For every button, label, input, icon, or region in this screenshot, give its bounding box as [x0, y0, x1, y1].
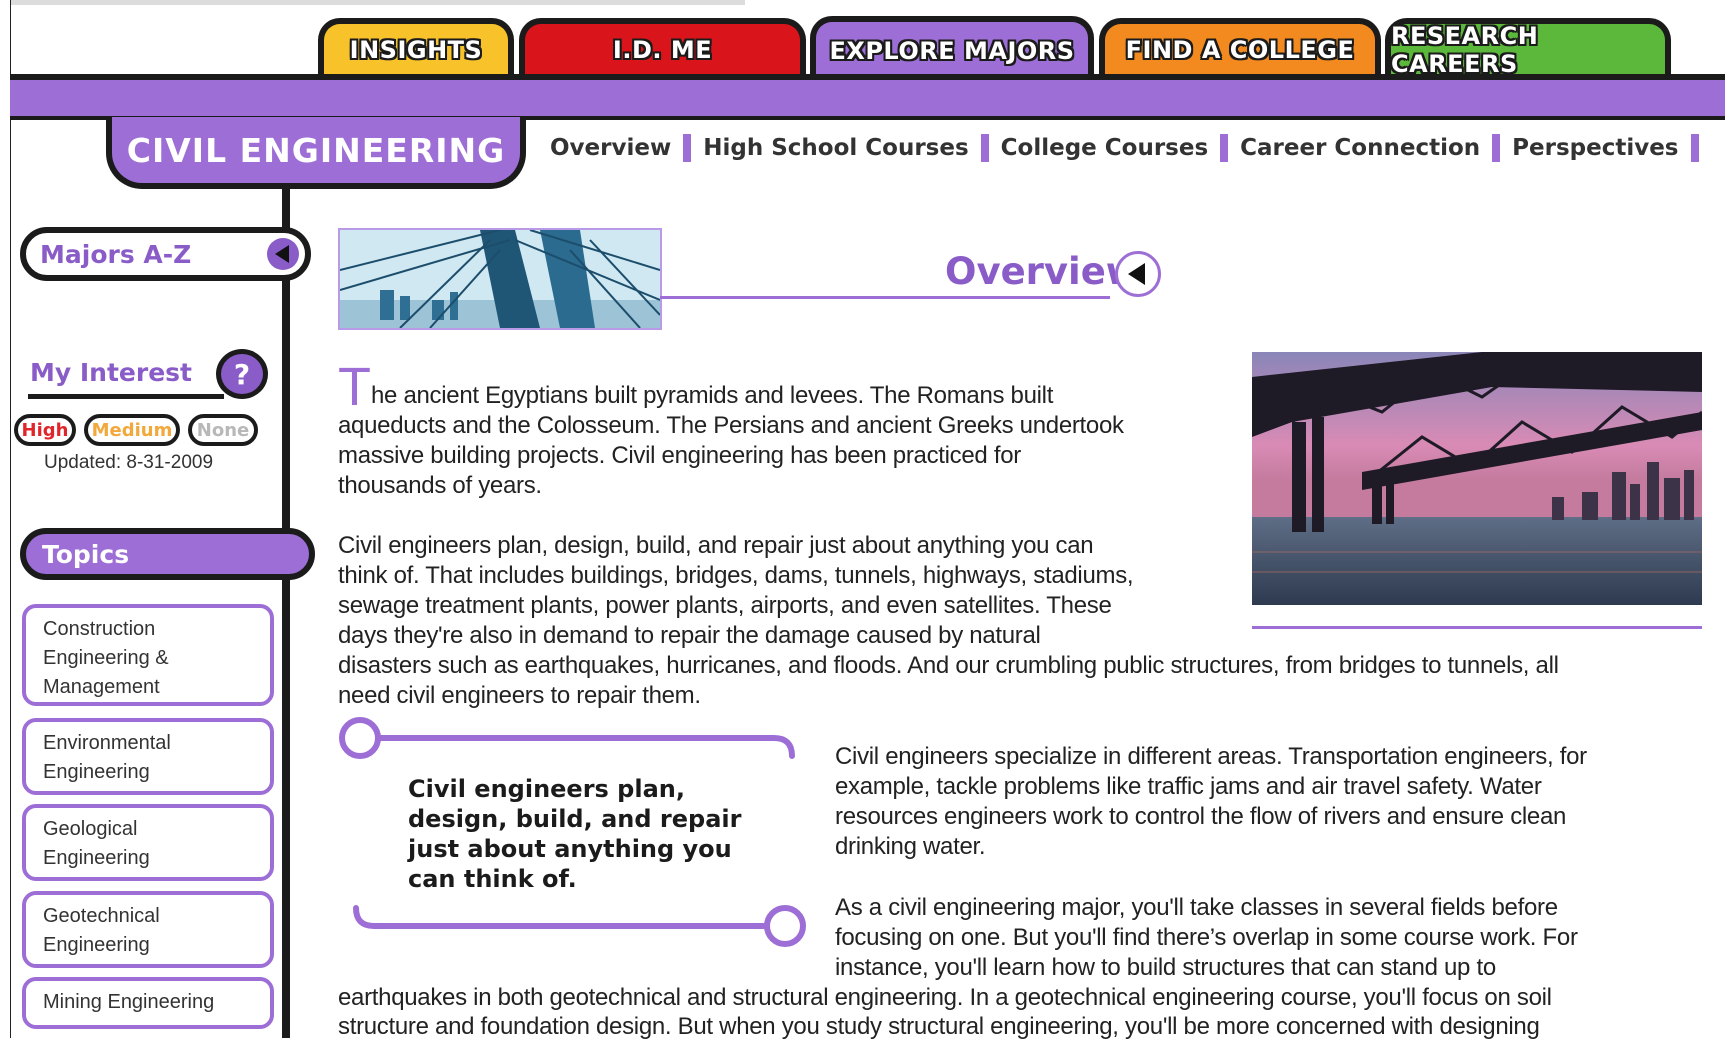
pull-quote-line: Civil engineers plan,	[408, 775, 685, 803]
majors-a-z-label: Majors A-Z	[40, 239, 192, 269]
tab-research-careers[interactable]: RESEARCH CAREERS	[1385, 18, 1671, 78]
subnav-perspectives[interactable]: Perspectives	[1512, 135, 1678, 161]
subnav-separator	[1220, 134, 1229, 162]
major-title: CIVIL ENGINEERING	[106, 117, 526, 189]
paragraph-2-line: disasters such as earthquakes, hurricane…	[338, 652, 1559, 679]
subnav-high-school-courses[interactable]: High School Courses	[703, 135, 968, 161]
paragraph-4-line: As a civil engineering major, you'll tak…	[835, 894, 1558, 921]
tab-insights[interactable]: INSIGHTS	[318, 18, 514, 76]
back-arrow-icon[interactable]	[1115, 251, 1161, 297]
my-interest-underline	[28, 394, 224, 399]
topic-mining-engineering[interactable]: Mining Engineering	[22, 977, 274, 1029]
majors-a-z-button[interactable]: Majors A-Z	[20, 227, 311, 281]
paragraph-2-line: sewage treatment plants, power plants, a…	[338, 592, 1112, 619]
drop-cap: T	[338, 357, 371, 417]
tab-insights-label: INSIGHTS	[349, 36, 483, 64]
paragraph-1-line: aqueducts and the Colosseum. The Persian…	[338, 412, 1124, 439]
pull-quote-line: can think of.	[408, 865, 577, 893]
paragraph-4-line: earthquakes in both geotechnical and str…	[338, 984, 1552, 1011]
paragraph-2-line: days they're also in demand to repair th…	[338, 622, 1041, 649]
subnav-overview[interactable]: Overview	[550, 135, 671, 161]
subnav-college-courses[interactable]: College Courses	[1001, 135, 1209, 161]
paragraph-4-line: focusing on one. But you'll find there’s…	[835, 924, 1578, 951]
left-margin	[0, 0, 11, 1038]
interest-medium-button[interactable]: Medium	[84, 414, 180, 446]
tab-id-me[interactable]: I.D. ME	[519, 18, 806, 76]
tab-id-me-label: I.D. ME	[612, 36, 713, 64]
topic-environmental-engineering[interactable]: Environmental Engineering	[22, 718, 274, 795]
topic-geotechnical-engineering[interactable]: Geotechnical Engineering	[22, 891, 274, 968]
pull-quote-line: design, build, and repair	[408, 805, 742, 833]
tab-research-careers-label: RESEARCH CAREERS	[1391, 22, 1539, 78]
paragraph-1-line: thousands of years.	[338, 472, 542, 499]
sidebar-divider	[282, 186, 290, 1038]
paragraph-3-line: Civil engineers specialize in different …	[835, 743, 1587, 770]
paragraph-3-line: drinking water.	[835, 833, 986, 860]
help-icon[interactable]: ?	[216, 349, 268, 399]
paragraph-1-line: massive building projects. Civil enginee…	[338, 442, 1021, 469]
arrow-left-icon	[267, 238, 299, 270]
bridge-photo	[1252, 352, 1702, 605]
section-title: Overview	[945, 250, 1140, 293]
pull-quote-line: just about anything you	[408, 835, 732, 863]
interest-none-button[interactable]: None	[188, 414, 258, 446]
topics-header: Topics	[20, 528, 315, 580]
top-strip	[0, 0, 745, 5]
subnav-separator	[1690, 134, 1699, 162]
subnav-separator	[980, 134, 989, 162]
subnav-separator	[1492, 134, 1501, 162]
paragraph-1-line: he ancient Egyptians built pyramids and …	[371, 382, 1054, 409]
photo-underline	[1252, 626, 1702, 629]
overview-underline	[660, 296, 1110, 299]
tab-explore-majors[interactable]: EXPLORE MAJORS	[810, 16, 1094, 80]
paragraph-2-line: think of. That includes buildings, bridg…	[338, 562, 1134, 589]
my-interest-title: My Interest	[30, 358, 192, 387]
nav-bar	[10, 80, 1725, 116]
paragraph-3-line: resources engineers work to control the …	[835, 803, 1567, 830]
paragraph-3-line: example, tackle problems like traffic ja…	[835, 773, 1542, 800]
tab-find-a-college-label: FIND A COLLEGE	[1125, 36, 1355, 64]
tab-find-a-college[interactable]: FIND A COLLEGE	[1099, 18, 1381, 76]
paragraph-2-line: Civil engineers plan, design, build, and…	[338, 532, 1094, 559]
topic-geological-engineering[interactable]: Geological Engineering	[22, 804, 274, 881]
sub-navigation: Overview High School Courses College Cou…	[550, 130, 1711, 166]
pull-quote: Civil engineers plan, design, build, and…	[408, 774, 748, 894]
tab-explore-majors-label: EXPLORE MAJORS	[829, 37, 1075, 65]
subnav-separator	[683, 134, 692, 162]
paragraph-2-line: need civil engineers to repair them.	[338, 682, 701, 709]
hero-bridge-image	[338, 228, 662, 330]
topic-construction-engineering-management[interactable]: Construction Engineering & Management	[22, 604, 274, 706]
subnav-career-connection[interactable]: Career Connection	[1240, 135, 1480, 161]
updated-date: Updated: 8-31-2009	[44, 452, 214, 473]
interest-high-button[interactable]: High	[14, 414, 76, 446]
paragraph-4-line: instance, you'll learn how to build stru…	[835, 954, 1496, 981]
